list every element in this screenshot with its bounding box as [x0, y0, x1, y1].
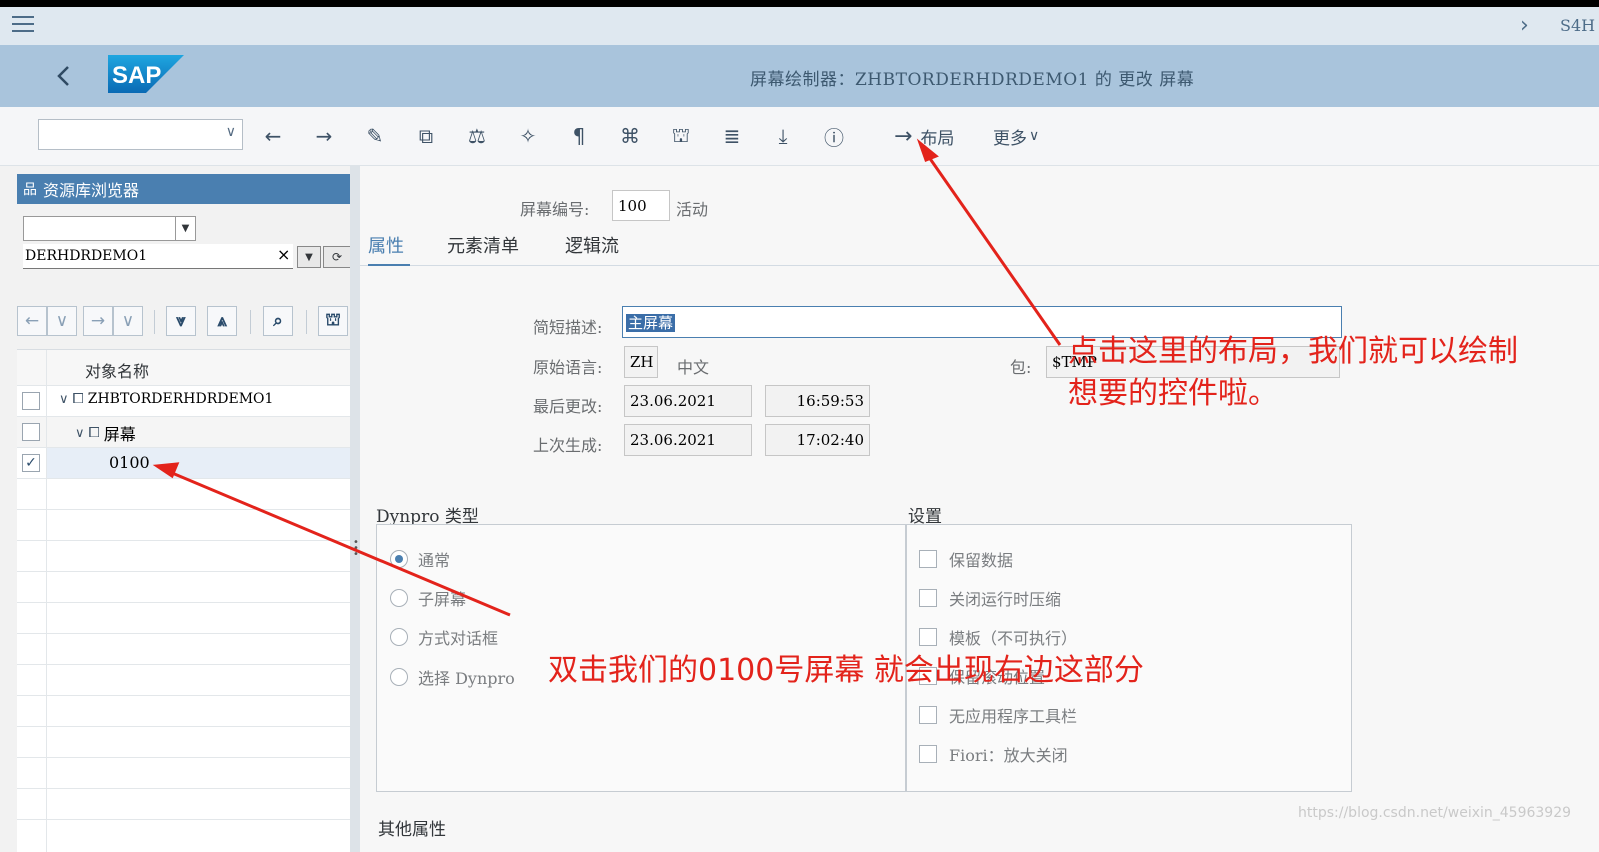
arrow-to-layout-line — [922, 149, 1062, 346]
layout-annotation-line1: 点击这里的布局，我们就可以绘制 — [1068, 334, 1518, 369]
annotation-arrows — [152, 138, 1062, 617]
layout-annotation-line2: 想要的控件啦。 — [1068, 376, 1278, 411]
arrow-to-0100-line — [164, 468, 511, 617]
screen-annotation: 双击我们的0100号屏幕 就会出现右边这部分 — [548, 653, 1144, 688]
watermark: https://blog.csdn.net/weixin_45963929 — [1298, 805, 1572, 821]
arrow-to-layout-head — [916, 138, 939, 162]
arrow-to-0100-head — [152, 462, 180, 479]
